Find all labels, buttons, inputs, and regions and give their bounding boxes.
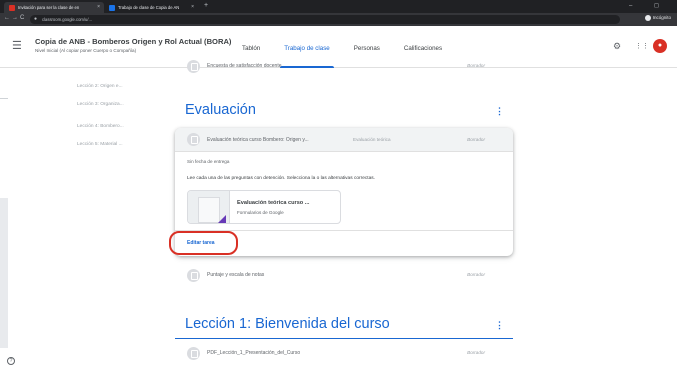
section-title-evaluation: Evaluación bbox=[185, 102, 256, 118]
tab-title: Trabajo de clase de Copia de AN bbox=[118, 5, 180, 10]
section-title-lesson-1: Lección 1: Bienvenida del curso bbox=[185, 316, 390, 332]
quiz-assignment-icon bbox=[187, 133, 200, 146]
classwork-item-lesson-pdf[interactable]: PDF_Lección_1_Presentación_del_Curso Bor… bbox=[175, 343, 513, 365]
forms-thumbnail bbox=[188, 191, 230, 223]
forward-icon[interactable]: → bbox=[12, 15, 18, 21]
browser-tab-bar: Invitación para ser la clase de en × Tra… bbox=[0, 0, 677, 13]
new-tab-button[interactable]: + bbox=[204, 2, 208, 9]
topic-outline: Lección 2: Origen e... Lección 3: Organi… bbox=[0, 68, 170, 371]
due-date: Sin fecha de entrega bbox=[187, 159, 230, 164]
material-icon bbox=[187, 269, 200, 282]
attachment-type: Formularios de Google bbox=[237, 210, 284, 215]
outline-item-lesson-2[interactable]: Lección 2: Origen e... bbox=[77, 84, 123, 89]
classwork-item-score[interactable]: Puntaje y escala de notas Borrador bbox=[175, 265, 513, 287]
item-title: Puntaje y escala de notas bbox=[207, 272, 265, 278]
section-menu-icon[interactable]: ⋮ bbox=[495, 320, 504, 331]
item-status: Borrador bbox=[467, 63, 485, 68]
close-tab-icon[interactable]: × bbox=[191, 4, 194, 10]
classwork-item-survey[interactable]: Encuesta de satisfacción docente Borrado… bbox=[175, 56, 513, 78]
classroom-favicon-icon bbox=[109, 5, 115, 11]
avatar[interactable]: ● bbox=[653, 39, 667, 53]
section-divider bbox=[175, 125, 513, 126]
url-input[interactable]: ● classroom.google.com/u/... bbox=[30, 15, 620, 24]
profile-label: Incógnito bbox=[652, 15, 671, 21]
highlight-circle bbox=[169, 231, 238, 255]
item-title: Encuesta de satisfacción docente bbox=[207, 63, 282, 69]
lock-icon: ● bbox=[34, 16, 38, 22]
material-icon bbox=[187, 347, 200, 360]
outline-item-lesson-4[interactable]: Lección 4: Bombero... bbox=[77, 124, 124, 129]
menu-icon[interactable]: ☰ bbox=[12, 39, 22, 52]
side-strip bbox=[0, 198, 8, 348]
course-subtitle: Nivel Inicial (Al copiar poner Cuerpo o … bbox=[35, 48, 137, 53]
url-text: classroom.google.com/u/... bbox=[42, 17, 93, 22]
reload-icon[interactable]: C bbox=[20, 15, 24, 21]
course-title[interactable]: Copia de ANB - Bomberos Origen y Rol Act… bbox=[35, 37, 231, 46]
classroom-favicon-icon bbox=[9, 5, 15, 11]
item-status: Borrador bbox=[467, 350, 485, 355]
close-tab-icon[interactable]: × bbox=[97, 4, 100, 10]
back-icon[interactable]: ← bbox=[4, 15, 10, 21]
assignment-header[interactable]: Evaluación teórica curso Bombero: Origen… bbox=[175, 128, 513, 152]
help-icon[interactable]: ? bbox=[7, 357, 15, 365]
browser-tab-classwork[interactable]: Trabajo de clase de Copia de AN × bbox=[104, 2, 198, 13]
assignment-status: Borrador bbox=[467, 137, 485, 142]
divider bbox=[0, 98, 8, 99]
outline-item-lesson-3[interactable]: Lección 3: Organiza... bbox=[77, 102, 124, 107]
assignment-icon bbox=[187, 60, 200, 73]
section-menu-icon[interactable]: ⋮ bbox=[495, 106, 504, 117]
attachment-title: Evaluación teórica curso ... bbox=[237, 200, 310, 206]
assignment-instructions: Lee cada una de las preguntas con detenc… bbox=[187, 176, 375, 181]
google-forms-icon bbox=[218, 215, 226, 223]
assignment-title: Evaluación teórica curso Bombero: Origen… bbox=[207, 137, 309, 143]
section-divider bbox=[175, 338, 513, 339]
tab-title: Invitación para ser la clase de en bbox=[18, 5, 80, 10]
profile-chip[interactable]: Incógnito bbox=[639, 15, 671, 21]
window-controls[interactable]: – ◻ bbox=[629, 2, 669, 9]
apps-grid-icon[interactable]: ⋮⋮ bbox=[635, 42, 649, 50]
incognito-icon bbox=[644, 15, 651, 21]
browser-address-bar: ← → C ● classroom.google.com/u/... Incóg… bbox=[0, 13, 677, 26]
assignment-category: Evaluación teórica bbox=[353, 137, 391, 142]
settings-icon[interactable]: ⚙ bbox=[613, 41, 621, 52]
outline-item-lesson-5[interactable]: Lección 5: Material ... bbox=[77, 142, 123, 147]
item-title: PDF_Lección_1_Presentación_del_Curso bbox=[207, 350, 301, 356]
browser-tab-invitation[interactable]: Invitación para ser la clase de en × bbox=[4, 2, 104, 13]
attachment-card[interactable]: Evaluación teórica curso ... Formularios… bbox=[187, 190, 341, 224]
item-status: Borrador bbox=[467, 272, 485, 277]
